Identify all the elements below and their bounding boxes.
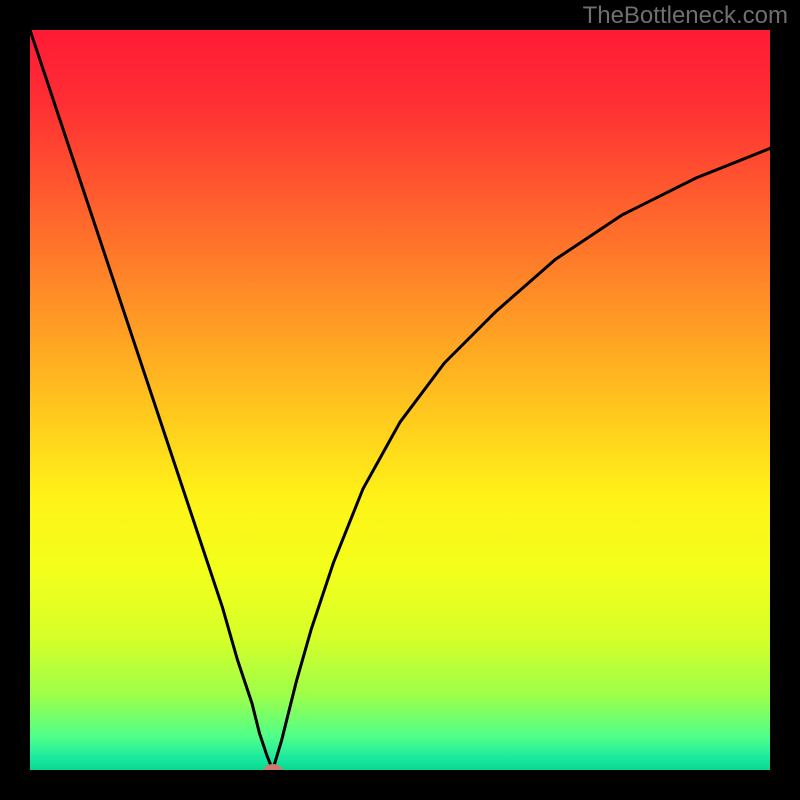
curve-layer (30, 30, 770, 770)
optimum-marker (264, 764, 282, 770)
watermark-text: TheBottleneck.com (583, 2, 788, 30)
plot-area (30, 30, 770, 770)
chart-frame: TheBottleneck.com (0, 0, 800, 800)
bottleneck-curve (30, 30, 770, 770)
